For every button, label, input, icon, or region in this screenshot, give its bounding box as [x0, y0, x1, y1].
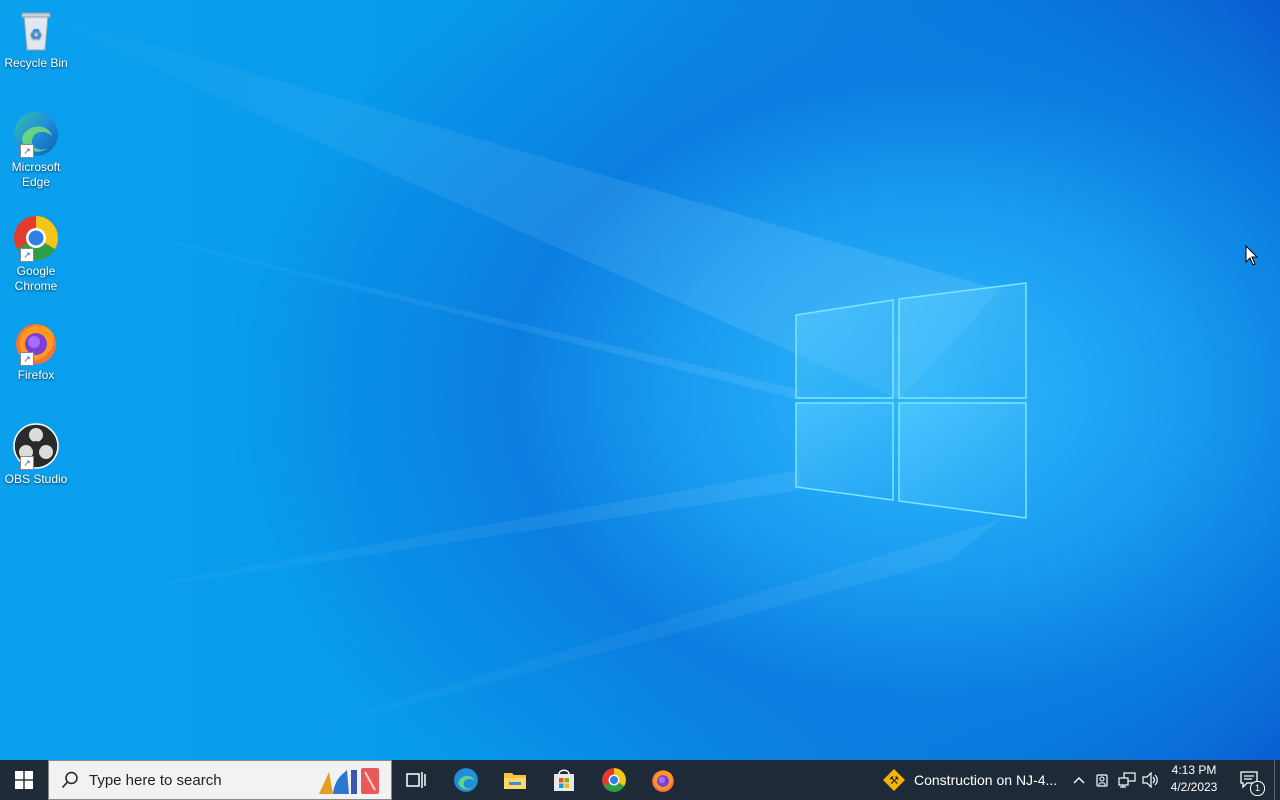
desktop-icon-firefox[interactable]: ↗ Firefox — [2, 312, 70, 383]
svg-text:♻: ♻ — [30, 27, 43, 43]
firefox-icon: ↗ — [12, 318, 60, 366]
mouse-cursor-icon — [1245, 245, 1259, 266]
speaker-icon — [1142, 772, 1158, 788]
taskbar: Type here to search ⚒ Construction on NJ… — [0, 760, 1280, 800]
taskbar-store-button[interactable] — [540, 760, 588, 800]
shortcut-arrow-icon: ↗ — [20, 456, 34, 470]
svg-text:⚒: ⚒ — [889, 774, 899, 787]
chrome-icon: ↗ — [12, 214, 60, 262]
file-explorer-icon — [504, 773, 526, 789]
news-widget-text: Construction on NJ-4... — [914, 772, 1058, 788]
camera-person-icon — [1096, 774, 1108, 787]
search-highlight-art-icon — [319, 768, 379, 794]
taskbar-file-explorer-button[interactable] — [491, 760, 539, 800]
chevron-up-icon — [1073, 777, 1085, 784]
taskbar-edge-button[interactable] — [442, 760, 490, 800]
firefox-icon — [652, 770, 674, 792]
taskbar-clock[interactable]: 4:13 PM 4/2/2023 — [1162, 762, 1226, 796]
news-widget[interactable]: ⚒ Construction on NJ-4... — [876, 760, 1066, 800]
show-desktop-button[interactable] — [1274, 760, 1280, 800]
taskbar-chrome-button[interactable] — [590, 760, 638, 800]
store-icon — [554, 769, 574, 791]
chrome-icon — [602, 768, 626, 792]
wallpaper-light-beams — [0, 0, 1000, 760]
shortcut-arrow-icon: ↗ — [20, 144, 34, 158]
obs-icon: ↗ — [12, 422, 60, 470]
desktop-icon-label: OBS Studio — [4, 472, 68, 486]
desktop-icon-label: Microsoft Edge — [11, 160, 61, 189]
task-view-icon — [406, 772, 426, 788]
desktop-icon-obs-studio[interactable]: ↗ OBS Studio — [2, 416, 70, 487]
search-icon — [61, 771, 78, 789]
shortcut-arrow-icon: ↗ — [20, 248, 34, 262]
windows-start-icon — [15, 771, 33, 789]
edge-icon: ↗ — [12, 110, 60, 158]
notification-count-badge: 1 — [1250, 781, 1265, 796]
start-button[interactable] — [0, 760, 48, 800]
desktop-icon-label: Google Chrome — [14, 264, 58, 293]
windows-logo-wallpaper — [795, 282, 1027, 519]
show-hidden-icons-button[interactable] — [1068, 760, 1090, 800]
taskbar-search-box[interactable]: Type here to search — [48, 760, 392, 800]
task-view-button[interactable] — [392, 760, 440, 800]
edge-icon — [454, 768, 478, 792]
search-placeholder: Type here to search — [89, 771, 222, 789]
shortcut-arrow-icon: ↗ — [20, 352, 34, 366]
desktop-icon-recycle-bin[interactable]: ♻ Recycle Bin — [2, 0, 70, 71]
action-center-button[interactable]: 1 — [1232, 760, 1268, 800]
tray-volume-button[interactable] — [1140, 760, 1162, 800]
taskbar-firefox-button[interactable] — [639, 760, 687, 800]
recycle-bin-icon: ♻ — [12, 6, 60, 54]
clock-date: 4/2/2023 — [1170, 780, 1218, 794]
clock-time: 4:13 PM — [1171, 763, 1217, 777]
construction-warning-icon: ⚒ — [883, 769, 905, 791]
desktop-icon-google-chrome[interactable]: ↗ Google Chrome — [2, 208, 70, 294]
desktop-icon-microsoft-edge[interactable]: ↗ Microsoft Edge — [2, 104, 70, 190]
tray-meet-now-button[interactable] — [1092, 760, 1114, 800]
desktop-icon-label: Firefox — [17, 368, 55, 382]
network-icon — [1118, 772, 1136, 788]
desktop-icon-label: Recycle Bin — [4, 56, 68, 70]
tray-network-button[interactable] — [1116, 760, 1138, 800]
